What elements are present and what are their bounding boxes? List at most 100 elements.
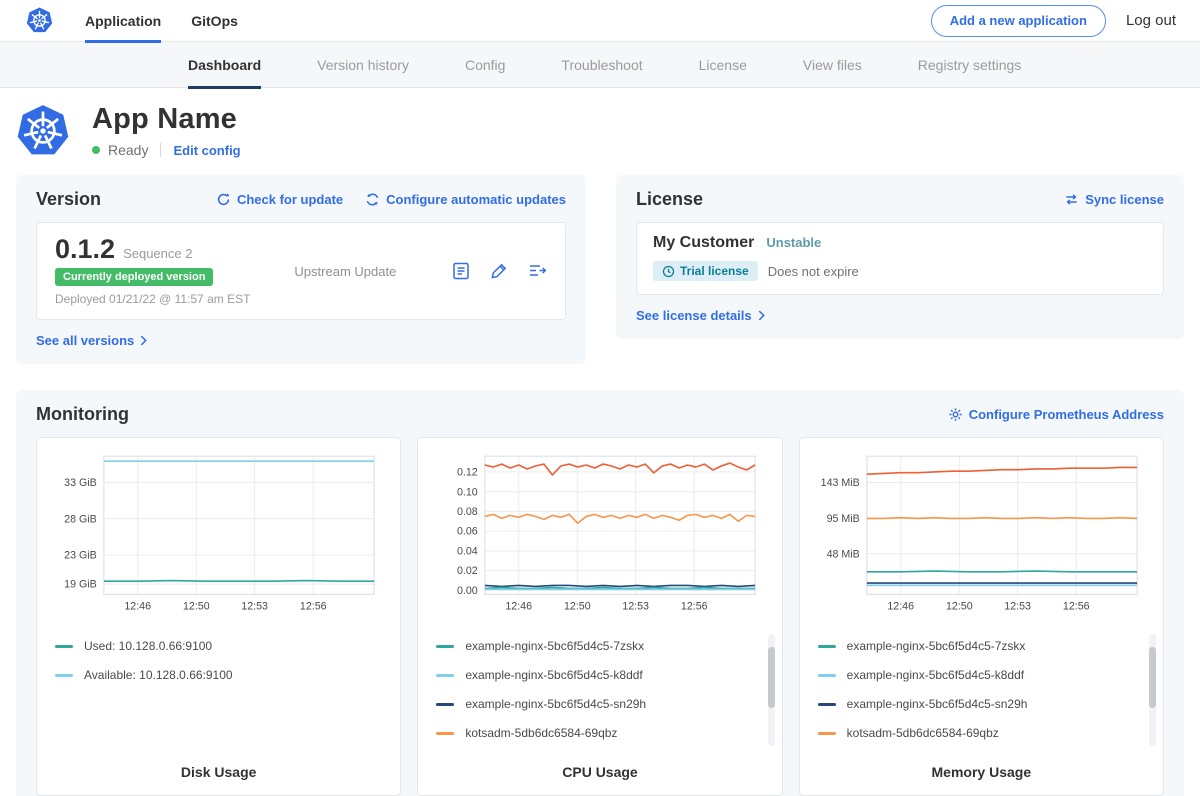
svg-text:12:56: 12:56: [1063, 601, 1090, 613]
svg-text:0.04: 0.04: [457, 545, 478, 557]
top-tab-application[interactable]: Application: [85, 0, 161, 42]
legend-label: example-nginx-5bc6f5d4c5-k8ddf: [465, 668, 642, 682]
edit-config-icon[interactable]: [489, 261, 509, 281]
configure-prometheus-label: Configure Prometheus Address: [969, 407, 1164, 422]
cpu-usage-legend: example-nginx-5bc6f5d4c5-7zskx example-ng…: [418, 626, 781, 754]
deployed-badge: Currently deployed version: [55, 268, 213, 286]
legend-item: kotsadm-5db6dc6584-69qbz: [436, 719, 763, 748]
memory-usage-legend: example-nginx-5bc6f5d4c5-7zskx example-ng…: [800, 626, 1163, 754]
legend-label: example-nginx-5bc6f5d4c5-7zskx: [847, 639, 1026, 653]
logout-button[interactable]: Log out: [1126, 12, 1176, 29]
customer-name: My Customer: [653, 234, 754, 252]
svg-text:0.06: 0.06: [457, 526, 478, 538]
see-license-details-link[interactable]: See license details: [636, 308, 765, 323]
disk-usage-title: Disk Usage: [37, 754, 400, 795]
check-for-update-label: Check for update: [237, 192, 343, 207]
add-application-button[interactable]: Add a new application: [931, 5, 1106, 37]
legend-scrollbar-thumb[interactable]: [1149, 647, 1156, 707]
tab-config[interactable]: Config: [465, 42, 505, 88]
chart-svg: 19 GiB23 GiB28 GiB33 GiB12:4612:5012:531…: [49, 446, 388, 621]
legend-color-dash: [436, 674, 454, 677]
legend-item: kotsadm-5db6dc6584-69qbz: [818, 719, 1145, 748]
cpu-usage-chart: 0.000.020.040.060.080.100.1212:4612:5012…: [418, 446, 781, 626]
legend-item: Available: 10.128.0.66:9100: [55, 661, 382, 690]
legend-scrollbar[interactable]: [1149, 634, 1156, 746]
svg-text:12:56: 12:56: [681, 601, 708, 613]
svg-text:0.02: 0.02: [457, 565, 478, 577]
version-panel-title: Version: [36, 189, 101, 210]
configure-automatic-updates-label: Configure automatic updates: [386, 192, 566, 207]
legend-item: example-nginx-5bc6f5d4c5-sn29h: [818, 690, 1145, 719]
cpu-usage-title: CPU Usage: [418, 754, 781, 795]
svg-text:12:53: 12:53: [623, 601, 650, 613]
kubernetes-logo-icon[interactable]: [26, 7, 53, 34]
svg-text:12:50: 12:50: [183, 601, 210, 613]
legend-label: kotsadm-5db6dc6584-69qbz: [847, 726, 999, 740]
memory-usage-card: 48 MiB95 MiB143 MiB12:4612:5012:5312:56 …: [799, 437, 1164, 796]
svg-text:12:46: 12:46: [887, 601, 914, 613]
legend-color-dash: [436, 732, 454, 735]
app-header: App Name Ready Edit config: [0, 88, 1200, 175]
legend-color-dash: [818, 703, 836, 706]
legend-scrollbar[interactable]: [768, 634, 775, 746]
svg-text:12:50: 12:50: [564, 601, 591, 613]
tab-license[interactable]: License: [699, 42, 747, 88]
deployed-version-card: 0.1.2 Sequence 2 Currently deployed vers…: [36, 222, 566, 320]
see-all-versions-label: See all versions: [36, 333, 134, 348]
deploy-logs-icon[interactable]: [527, 261, 547, 281]
clock-icon: [662, 265, 675, 278]
version-sequence: Sequence 2: [123, 246, 192, 261]
legend-label: kotsadm-5db6dc6584-69qbz: [465, 726, 617, 740]
cpu-usage-card: 0.000.020.040.060.080.100.1212:4612:5012…: [417, 437, 782, 796]
sync-license-label: Sync license: [1085, 192, 1164, 207]
license-expiration: Does not expire: [768, 264, 859, 279]
tab-dashboard[interactable]: Dashboard: [188, 42, 261, 88]
auto-update-icon: [365, 192, 380, 207]
legend-label: Used: 10.128.0.66:9100: [84, 639, 212, 653]
configure-prometheus-link[interactable]: Configure Prometheus Address: [948, 407, 1164, 422]
legend-color-dash: [55, 674, 73, 677]
monitoring-panel: Monitoring Configure Prometheus Address …: [16, 390, 1184, 796]
gear-icon: [948, 407, 963, 422]
check-for-update-link[interactable]: Check for update: [216, 192, 343, 207]
disk-usage-chart: 19 GiB23 GiB28 GiB33 GiB12:4612:5012:531…: [37, 446, 400, 626]
chart-svg: 48 MiB95 MiB143 MiB12:4612:5012:5312:56: [812, 446, 1151, 621]
legend-item: example-nginx-5bc6f5d4c5-k8ddf: [818, 661, 1145, 690]
svg-text:12:53: 12:53: [1004, 601, 1031, 613]
top-tab-gitops[interactable]: GitOps: [191, 0, 238, 42]
legend-item: example-nginx-5bc6f5d4c5-k8ddf: [436, 661, 763, 690]
release-notes-icon[interactable]: [451, 261, 471, 281]
sync-license-link[interactable]: Sync license: [1064, 192, 1164, 207]
tab-registry-settings[interactable]: Registry settings: [918, 42, 1021, 88]
legend-color-dash: [818, 674, 836, 677]
configure-automatic-updates-link[interactable]: Configure automatic updates: [365, 192, 566, 207]
refresh-icon: [216, 192, 231, 207]
svg-text:12:50: 12:50: [946, 601, 973, 613]
svg-text:95 MiB: 95 MiB: [826, 513, 859, 525]
chevron-right-icon: [140, 335, 147, 346]
legend-item: example-nginx-5bc6f5d4c5-sn29h: [436, 690, 763, 719]
tab-version-history[interactable]: Version history: [317, 42, 409, 88]
svg-text:0.12: 0.12: [457, 466, 478, 478]
disk-usage-legend: Used: 10.128.0.66:9100 Available: 10.128.…: [37, 626, 400, 754]
disk-usage-card: 19 GiB23 GiB28 GiB33 GiB12:4612:5012:531…: [36, 437, 401, 796]
legend-item: example-nginx-5bc6f5d4c5-7zskx: [436, 632, 763, 661]
see-license-details-label: See license details: [636, 308, 752, 323]
legend-label: example-nginx-5bc6f5d4c5-7zskx: [465, 639, 644, 653]
see-all-versions-link[interactable]: See all versions: [36, 333, 147, 348]
svg-text:19 GiB: 19 GiB: [64, 579, 97, 591]
legend-scrollbar-thumb[interactable]: [768, 647, 775, 707]
edit-config-link[interactable]: Edit config: [173, 143, 240, 158]
svg-text:12:56: 12:56: [300, 601, 327, 613]
divider: [160, 143, 161, 157]
upstream-update-label: Upstream Update: [294, 264, 396, 279]
main-content: Version Check for update: [0, 175, 1200, 796]
license-type-badge: Trial license: [653, 261, 758, 281]
page-title: App Name: [92, 103, 241, 136]
tab-view-files[interactable]: View files: [803, 42, 862, 88]
legend-color-dash: [818, 732, 836, 735]
license-panel-title: License: [636, 189, 703, 210]
monitoring-title: Monitoring: [36, 404, 129, 425]
tab-troubleshoot[interactable]: Troubleshoot: [561, 42, 642, 88]
chevron-right-icon: [758, 310, 765, 321]
